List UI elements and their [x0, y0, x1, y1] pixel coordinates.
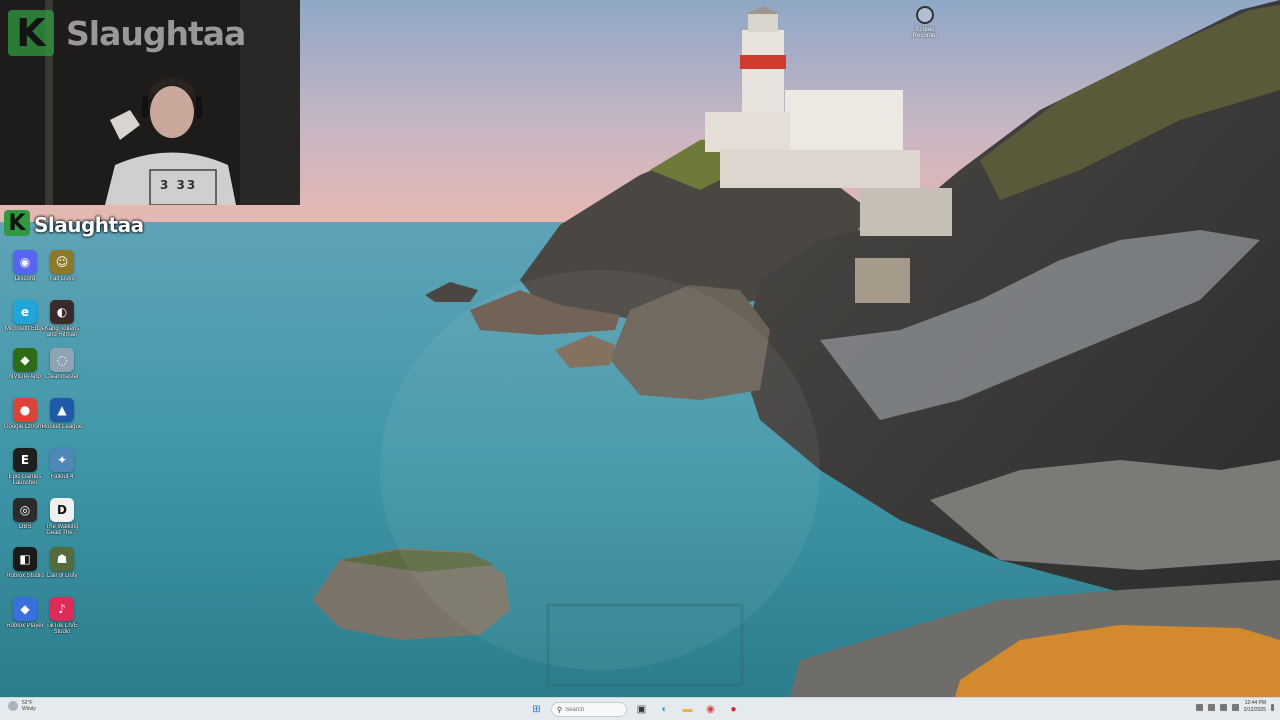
- taskbar: 52°F Windy ⊞ ⚲ ▣ ◐ ▬ ◉ ● 12:44 PM 2/12/2025: [0, 697, 1280, 720]
- roblox-player-icon: ◆: [13, 597, 37, 621]
- desktop-icon-label: Kang Tokens and Hitman: [44, 326, 80, 338]
- chevron-up-icon[interactable]: [1195, 703, 1203, 711]
- desktop-icon[interactable]: ◌ Cleanmaster: [40, 348, 84, 380]
- search-input[interactable]: [565, 706, 624, 713]
- volume-icon[interactable]: [1219, 703, 1227, 711]
- shirt-text: 3 33: [160, 178, 198, 192]
- edge-icon: e: [13, 300, 37, 324]
- fall-guys-icon: ☺: [50, 250, 74, 274]
- clock-time: 12:44 PM: [1244, 700, 1266, 706]
- wifi-icon[interactable]: [1207, 703, 1215, 711]
- desktop-icon-label: Call of Duty: [46, 573, 78, 579]
- desktop-icon[interactable]: ✦ Fallout 4: [40, 448, 84, 480]
- streamer-name-bar: K Slaughtaa: [4, 208, 154, 240]
- desktop-icon-label: Rocket League: [41, 424, 83, 430]
- clock-date: 2/12/2025: [1243, 707, 1266, 713]
- task-view-icon: ▣: [636, 704, 647, 715]
- edge-icon: ◐: [661, 704, 668, 715]
- game-icon: ◐: [50, 300, 74, 324]
- taskbar-search[interactable]: ⚲: [551, 702, 627, 717]
- brand-logo-small: K: [4, 210, 30, 236]
- search-icon: ⚲: [557, 706, 563, 714]
- streamer-name-watermark: Slaughtaa: [66, 14, 246, 53]
- tiktok-icon: ♪: [50, 597, 74, 621]
- windows-icon: ⊞: [532, 704, 541, 715]
- desktop-icon-label: TikTok LIVE Studio: [46, 623, 78, 635]
- taskbar-center: ⊞ ⚲ ▣ ◐ ▬ ◉ ●: [528, 700, 742, 719]
- weather-icon: [8, 701, 18, 711]
- pinned-apps: ▣ ◐ ▬ ◉ ●: [633, 701, 742, 718]
- chrome-taskbar-button[interactable]: ◉: [702, 701, 719, 718]
- app-icon: ●: [730, 704, 737, 715]
- rocket-league-icon: ▲: [50, 398, 74, 422]
- system-tray: 12:44 PM 2/12/2025: [1195, 700, 1274, 714]
- cleaner-icon: ◌: [50, 348, 74, 372]
- task-view-button[interactable]: ▣: [633, 701, 650, 718]
- screen-recorder-shortcut[interactable]: Screen Recorder: [904, 6, 946, 39]
- edge-taskbar-button[interactable]: ◐: [656, 701, 673, 718]
- folder-icon: ▬: [682, 704, 693, 715]
- weather-widget[interactable]: 52°F Windy: [8, 700, 36, 712]
- desktop-icon-label: Fallout 4: [50, 474, 74, 480]
- walking-dead-icon: D: [50, 498, 74, 522]
- desktop-icon-label: The Walking Dead The...: [45, 524, 79, 536]
- start-button[interactable]: ⊞: [528, 701, 545, 718]
- desktop-icon[interactable]: D The Walking Dead The...: [40, 498, 84, 536]
- notification-icon[interactable]: [1271, 703, 1274, 711]
- epic-games-icon: E: [13, 448, 37, 472]
- brand-logo: K: [8, 10, 54, 56]
- desktop-icon[interactable]: ◐ Kang Tokens and Hitman: [40, 300, 84, 338]
- nvidia-icon: ◆: [13, 348, 37, 372]
- obs-icon: ◎: [13, 498, 37, 522]
- recorder-icon: [916, 6, 934, 24]
- desktop-icon[interactable]: ▲ Rocket League: [40, 398, 84, 430]
- roblox-studio-icon: ◧: [13, 547, 37, 571]
- desktop-icon[interactable]: ☺ Fall Guys: [40, 250, 84, 282]
- chrome-icon: ●: [13, 398, 37, 422]
- file-explorer-button[interactable]: ▬: [679, 701, 696, 718]
- game-icon-2: ☗: [50, 547, 74, 571]
- clock[interactable]: 12:44 PM 2/12/2025: [1244, 700, 1266, 714]
- streamer-name: Slaughtaa: [34, 213, 144, 237]
- webcam-overlay: K Slaughtaa 3 33: [0, 0, 300, 205]
- shortcut-label: Screen Recorder: [912, 27, 938, 39]
- desktop-icon[interactable]: ♪ TikTok LIVE Studio: [40, 597, 84, 635]
- chrome-icon: ◉: [706, 704, 715, 715]
- desktop-icon-label: Cleanmaster: [44, 374, 79, 380]
- discord-icon: ◉: [13, 250, 37, 274]
- app-taskbar-button[interactable]: ●: [725, 701, 742, 718]
- weather-condition: Windy: [22, 706, 36, 712]
- battery-icon[interactable]: [1231, 703, 1239, 711]
- desktop-icon-label: Fall Guys: [49, 276, 75, 282]
- fallout-icon: ✦: [50, 448, 74, 472]
- desktop-icon[interactable]: ☗ Call of Duty: [40, 547, 84, 579]
